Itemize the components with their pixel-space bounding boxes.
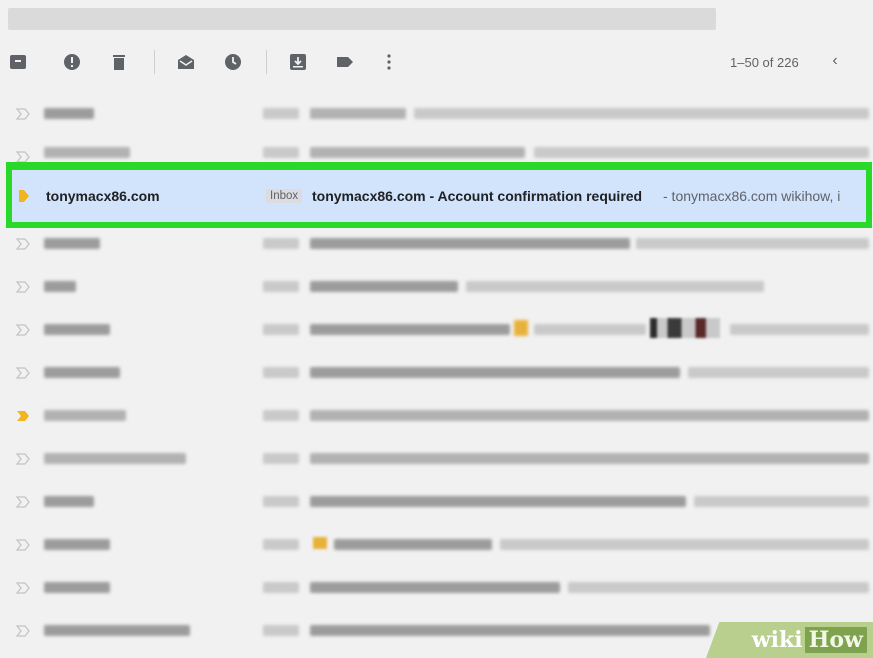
toolbar-divider bbox=[154, 50, 155, 74]
wikihow-watermark: wiki How bbox=[706, 622, 873, 658]
subject-redacted bbox=[334, 539, 492, 550]
snippet-redacted bbox=[694, 496, 869, 507]
importance-marker-icon[interactable] bbox=[15, 323, 30, 337]
watermark-wiki-text: wiki bbox=[751, 627, 803, 653]
snippet-redacted bbox=[636, 238, 869, 249]
sender-redacted bbox=[44, 410, 126, 421]
sender-redacted bbox=[44, 582, 110, 593]
importance-marker-icon[interactable] bbox=[15, 107, 30, 121]
snippet-redacted bbox=[568, 582, 869, 593]
importance-marker-icon[interactable] bbox=[15, 495, 30, 509]
sender-redacted bbox=[44, 147, 130, 158]
image-redacted bbox=[650, 318, 720, 338]
sender-redacted bbox=[44, 539, 110, 550]
label-redacted bbox=[263, 582, 299, 593]
sender-redacted bbox=[44, 238, 100, 249]
move-to-icon[interactable] bbox=[289, 53, 307, 71]
email-row[interactable] bbox=[0, 437, 873, 480]
subject-redacted bbox=[310, 453, 869, 464]
email-row[interactable] bbox=[0, 566, 873, 609]
subject-redacted bbox=[310, 238, 630, 249]
importance-marker-icon[interactable] bbox=[15, 237, 30, 251]
label-redacted bbox=[263, 281, 299, 292]
email-row-selected[interactable]: tonymacx86.com Inbox tonymacx86.com - Ac… bbox=[12, 170, 866, 222]
label-redacted bbox=[263, 496, 299, 507]
importance-marker-icon[interactable] bbox=[15, 581, 30, 595]
email-row[interactable] bbox=[0, 394, 873, 437]
snooze-icon[interactable] bbox=[224, 53, 242, 71]
email-subject: tonymacx86.com - Account confirmation re… bbox=[312, 188, 643, 204]
snippet-redacted bbox=[534, 324, 646, 335]
subject-redacted bbox=[310, 496, 686, 507]
email-row[interactable] bbox=[0, 351, 873, 394]
label-redacted bbox=[263, 238, 299, 249]
label-redacted bbox=[263, 147, 299, 158]
report-spam-icon[interactable] bbox=[63, 53, 81, 71]
email-sender: tonymacx86.com bbox=[46, 188, 160, 204]
subject-redacted bbox=[310, 147, 525, 158]
subject-redacted bbox=[310, 324, 510, 335]
search-bar[interactable] bbox=[8, 8, 716, 30]
snippet-redacted bbox=[414, 108, 869, 119]
sender-redacted bbox=[44, 367, 120, 378]
snippet-redacted bbox=[466, 281, 764, 292]
sender-redacted bbox=[44, 453, 186, 464]
importance-marker-icon[interactable] bbox=[15, 538, 30, 552]
top-strip bbox=[0, 0, 873, 34]
subject-redacted bbox=[310, 410, 869, 421]
label-redacted bbox=[263, 625, 299, 636]
importance-marker-icon[interactable] bbox=[15, 452, 30, 466]
label-redacted bbox=[263, 410, 299, 421]
mark-unread-icon[interactable] bbox=[177, 53, 195, 71]
sender-redacted bbox=[44, 324, 110, 335]
archive-icon[interactable] bbox=[9, 53, 27, 71]
subject-redacted bbox=[310, 367, 680, 378]
subject-redacted bbox=[310, 582, 560, 593]
snippet-redacted bbox=[500, 539, 869, 550]
email-row[interactable] bbox=[0, 222, 873, 265]
snippet-redacted bbox=[730, 324, 869, 335]
email-row[interactable] bbox=[0, 523, 873, 566]
sender-redacted bbox=[44, 625, 190, 636]
sender-redacted bbox=[44, 281, 76, 292]
delete-icon[interactable] bbox=[110, 53, 128, 71]
snippet-redacted bbox=[534, 147, 869, 158]
email-row[interactable] bbox=[0, 265, 873, 308]
email-row[interactable] bbox=[0, 308, 873, 351]
label-redacted bbox=[263, 367, 299, 378]
toolbar-divider bbox=[266, 50, 267, 74]
importance-marker-icon[interactable] bbox=[15, 366, 30, 380]
importance-marker-icon[interactable] bbox=[15, 280, 30, 294]
watermark-how-text: How bbox=[804, 627, 867, 653]
email-snippet: - tonymacx86.com wikihow, i bbox=[663, 188, 841, 204]
label-redacted bbox=[263, 324, 299, 335]
subject-redacted bbox=[310, 625, 710, 636]
importance-marker-icon[interactable] bbox=[16, 409, 30, 423]
emoji-redacted bbox=[313, 537, 327, 549]
emoji-redacted bbox=[514, 320, 528, 336]
label-redacted bbox=[263, 453, 299, 464]
label-redacted bbox=[263, 108, 299, 119]
sender-redacted bbox=[44, 496, 94, 507]
pagination-count: 1–50 of 226 bbox=[730, 55, 799, 70]
label-redacted bbox=[263, 539, 299, 550]
email-row[interactable] bbox=[0, 480, 873, 523]
subject-redacted bbox=[310, 108, 406, 119]
importance-marker-icon[interactable] bbox=[19, 189, 29, 203]
label-icon[interactable] bbox=[336, 53, 354, 71]
previous-page-button[interactable]: ‹ bbox=[826, 52, 844, 70]
importance-marker-icon[interactable] bbox=[15, 624, 30, 638]
snippet-redacted bbox=[688, 367, 869, 378]
inbox-label-badge: Inbox bbox=[266, 189, 303, 203]
sender-redacted bbox=[44, 108, 94, 119]
subject-redacted bbox=[310, 281, 458, 292]
email-row[interactable] bbox=[0, 92, 873, 135]
more-icon[interactable] bbox=[380, 53, 398, 71]
